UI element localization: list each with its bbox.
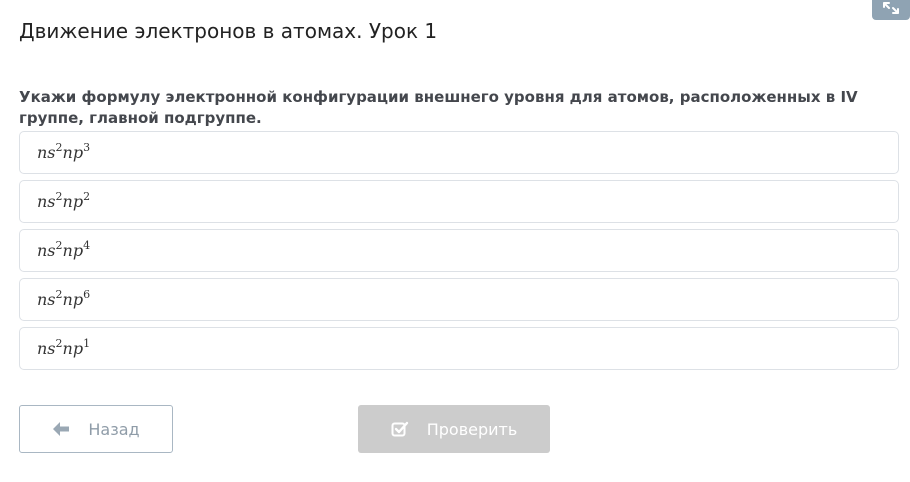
arrow-left-icon (52, 421, 70, 437)
formula-exponent: 2 (55, 239, 63, 252)
answer-options: ns2np3 ns2np2 ns2np4 ns2np6 ns2np1 (19, 131, 899, 376)
formula-exponent: 2 (55, 288, 63, 301)
formula-term: np (62, 192, 84, 211)
formula-exponent: 6 (83, 288, 91, 301)
page-title: Движение электронов в атомах. Урок 1 (19, 19, 438, 43)
formula-exponent: 2 (55, 190, 63, 203)
check-button[interactable]: Проверить (358, 405, 550, 453)
option-formula: ns2np1 (37, 337, 91, 358)
expand-icon (883, 2, 899, 14)
formula-exponent: 3 (83, 141, 91, 154)
answer-option[interactable]: ns2np1 (19, 327, 899, 370)
answer-option[interactable]: ns2np6 (19, 278, 899, 321)
question-text: Укажи формулу электронной конфигурации в… (19, 88, 858, 127)
formula-term: ns (37, 290, 56, 309)
answer-option[interactable]: ns2np2 (19, 180, 899, 223)
formula-term: np (62, 339, 84, 358)
option-formula: ns2np3 (37, 141, 91, 162)
formula-term: ns (37, 192, 56, 211)
answer-option[interactable]: ns2np4 (19, 229, 899, 272)
formula-term: ns (37, 143, 56, 162)
option-formula: ns2np6 (37, 288, 91, 309)
formula-term: np (62, 143, 84, 162)
expand-button[interactable] (872, 0, 910, 20)
formula-term: np (62, 290, 84, 309)
option-formula: ns2np4 (37, 239, 91, 260)
checkbox-checked-icon (391, 420, 409, 438)
back-button-label: Назад (88, 419, 140, 439)
formula-exponent: 4 (83, 239, 91, 252)
formula-term: np (62, 241, 84, 260)
option-formula: ns2np2 (37, 190, 91, 211)
formula-exponent: 1 (83, 337, 91, 350)
formula-exponent: 2 (55, 337, 63, 350)
formula-term: ns (37, 339, 56, 358)
formula-term: ns (37, 241, 56, 260)
answer-option[interactable]: ns2np3 (19, 131, 899, 174)
formula-exponent: 2 (83, 190, 91, 203)
formula-exponent: 2 (55, 141, 63, 154)
back-button[interactable]: Назад (19, 405, 173, 453)
check-button-label: Проверить (426, 419, 518, 439)
